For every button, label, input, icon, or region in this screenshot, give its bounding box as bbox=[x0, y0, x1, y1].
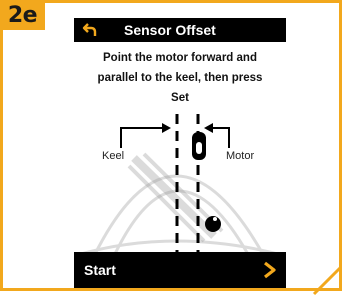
keel-label: Keel bbox=[102, 150, 125, 162]
back-arrow-icon[interactable] bbox=[81, 21, 99, 39]
motor-pointer bbox=[213, 127, 230, 148]
motor-label: Motor bbox=[226, 150, 255, 162]
start-button-label[interactable]: Start bbox=[84, 252, 116, 288]
device-screen: Sensor Offset Point the motor forward an… bbox=[74, 18, 286, 288]
instruction-line: Set bbox=[171, 92, 189, 104]
step-badge: 2e bbox=[0, 0, 45, 30]
keel-pointer bbox=[120, 127, 162, 148]
start-bar[interactable]: Start bbox=[74, 252, 286, 288]
screen-title: Sensor Offset bbox=[124, 22, 216, 38]
screen-header: Sensor Offset bbox=[74, 18, 286, 42]
corner-decoration bbox=[312, 263, 342, 296]
boat-diagram bbox=[74, 114, 286, 256]
instruction-line: parallel to the keel, then press bbox=[97, 72, 263, 84]
reference-dot bbox=[205, 216, 221, 232]
instruction-line: Point the motor forward and bbox=[103, 52, 257, 64]
chevron-right-icon[interactable] bbox=[262, 260, 278, 280]
instructions: Point the motor forward and parallel to … bbox=[74, 48, 286, 108]
